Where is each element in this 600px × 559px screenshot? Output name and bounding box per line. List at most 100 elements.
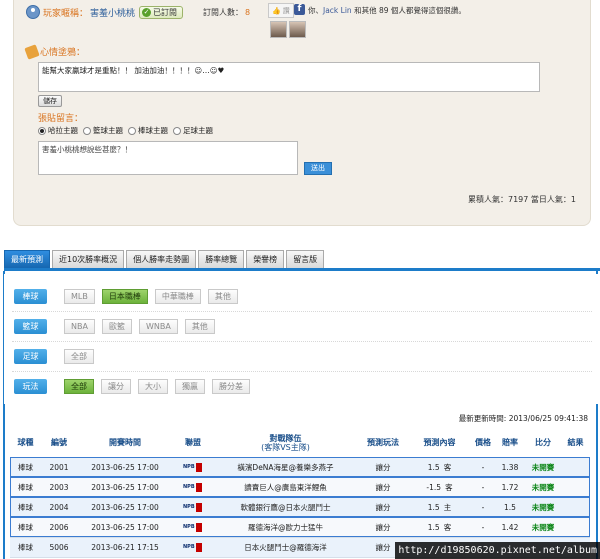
cell-price-text: - — [481, 502, 485, 512]
tab-latest-predictions[interactable]: 最新預測 — [4, 250, 50, 268]
topic-radio-chat[interactable]: 哈拉主題 — [38, 125, 78, 136]
filter-cpbl[interactable]: 中華職棒 — [154, 289, 201, 304]
player-row: 玩家暱稱： 害羞小桃桃 ✓ 已訂閱 訂閱人數： 8 — [26, 4, 250, 20]
league-logo-text: NPB — [183, 463, 195, 470]
filter-soccer-all[interactable]: 全部 — [64, 349, 94, 364]
category-soccer[interactable]: 足球 — [14, 349, 47, 364]
cell-teams: 軟體銀行鷹@日本火腿鬥士 — [213, 497, 358, 518]
save-button[interactable]: 儲存 — [38, 95, 62, 107]
like-button[interactable]: 👍 讚 — [268, 3, 294, 18]
col-content: 預測內容 — [408, 429, 471, 458]
table-row[interactable]: 棒球 2001 2013-06-25 17:00 NPB 橫濱DeNA海星@養樂多燕子 讓… — [10, 457, 590, 478]
cell-score: 未開賽 — [525, 497, 561, 518]
cell-teams-text[interactable]: 橫濱DeNA海星@養樂多燕子 — [237, 463, 333, 472]
topic-radio-baseball[interactable]: 棒球主題 — [128, 125, 168, 136]
cell-teams-text[interactable]: 軟體銀行鷹@日本火腿鬥士 — [241, 503, 331, 512]
cell-id: 5006 — [41, 537, 77, 558]
tab-bar: 最新預測 近10次勝率概況 個人勝率走勢圖 勝率總覽 榮譽榜 留言版 — [4, 250, 600, 271]
tab-message-board[interactable]: 留言版 — [286, 250, 325, 268]
cell-time-text: 2013-06-25 17:00 — [91, 522, 159, 532]
filter-mlb[interactable]: MLB — [64, 289, 95, 304]
topic-radio-basketball[interactable]: 籃球主題 — [83, 125, 123, 136]
cell-league: NPB — [173, 477, 213, 498]
cell-id-text: 5006 — [49, 542, 69, 552]
thumb-up-icon: 👍 — [272, 6, 281, 15]
filter-nba[interactable]: NBA — [64, 319, 95, 334]
league-logo-icon: NPB — [183, 482, 203, 492]
cell-sport: 棒球 — [10, 497, 41, 518]
friend-link[interactable]: Jack Lin — [323, 6, 352, 15]
tab-last-10-winrate[interactable]: 近10次勝率概況 — [52, 250, 125, 268]
send-button[interactable]: 送出 — [304, 162, 332, 175]
col-league: 聯盟 — [173, 429, 213, 458]
filter-play-moneyline[interactable]: 獨贏 — [175, 379, 205, 394]
table-row[interactable]: 棒球 2003 2013-06-25 17:00 NPB 讀賣巨人@廣島東洋鯉魚 讓分 -1… — [10, 477, 590, 498]
avatar[interactable] — [289, 21, 306, 38]
topic-label: 哈拉主題 — [48, 126, 78, 135]
cell-teams-text[interactable]: 日本火腿鬥士@羅德海洋 — [244, 543, 327, 552]
filter-play-overunder[interactable]: 大小 — [138, 379, 168, 394]
cell-id: 2003 — [41, 477, 77, 498]
filter-row-soccer: 足球 全部 — [14, 349, 101, 364]
divider — [12, 341, 592, 342]
cell-teams-text[interactable]: 讀賣巨人@廣島東洋鯉魚 — [244, 483, 327, 492]
league-logo-text: NPB — [183, 523, 195, 530]
tab-winrate-overview[interactable]: 勝率總覽 — [198, 250, 245, 268]
cell-id: 2006 — [41, 517, 77, 538]
filter-euroleague[interactable]: 歐籃 — [101, 319, 132, 334]
subscribers-label: 訂閱人數： — [203, 7, 244, 17]
category-playtype[interactable]: 玩法 — [14, 379, 47, 394]
check-icon: ✓ — [142, 7, 152, 17]
subscribers-count: 8 — [245, 7, 251, 17]
category-basketball[interactable]: 籃球 — [14, 319, 47, 334]
cell-play: 讓分 — [358, 477, 408, 498]
cell-sport-text: 棒球 — [18, 502, 33, 512]
content-line: 1.5 — [427, 502, 440, 512]
filter-baseball-other[interactable]: 其他 — [207, 289, 238, 304]
tab-honor-board[interactable]: 榮譽榜 — [246, 250, 285, 268]
cell-score-text: 未開賽 — [531, 522, 555, 532]
cell-time-text: 2013-06-25 17:00 — [91, 502, 159, 512]
cell-sport: 棒球 — [10, 477, 41, 498]
cell-teams: 讀賣巨人@廣島東洋鯉魚 — [213, 477, 358, 498]
topic-label: 足球主題 — [183, 126, 213, 135]
col-play: 預測玩法 — [358, 429, 408, 458]
mood-title: 心情塗鴉： — [24, 43, 85, 60]
filter-play-all[interactable]: 全部 — [64, 379, 94, 394]
avatar[interactable] — [270, 21, 287, 38]
cell-id: 2004 — [41, 497, 77, 518]
watermark: http://d19850620.pixnet.net/album — [395, 542, 600, 559]
tab-winrate-trend[interactable]: 個人勝率走勢圖 — [126, 250, 197, 268]
cell-teams-text[interactable]: 羅德海洋@歐力士猛牛 — [248, 523, 323, 532]
table-row[interactable]: 棒球 2006 2013-06-25 17:00 NPB 羅德海洋@歐力士猛牛 讓分 1.5… — [10, 517, 590, 538]
mood-textarea[interactable]: 能幫大家贏球才是重點！！ 加油加油！！！！☺…☺♥ — [38, 62, 540, 92]
cell-sport-text: 棒球 — [18, 542, 33, 552]
col-sport: 球種 — [10, 429, 41, 458]
table-row[interactable]: 棒球 2004 2013-06-25 17:00 NPB 軟體銀行鷹@日本火腿鬥士 讓分 1… — [10, 497, 590, 518]
message-textarea[interactable]: 害羞小桃桃想說些甚麼？！ — [38, 141, 298, 175]
filter-play-margin[interactable]: 勝分差 — [212, 379, 250, 394]
player-nickname[interactable]: 害羞小桃桃 — [90, 6, 135, 19]
col-price: 價格 — [471, 429, 495, 458]
filter-npb[interactable]: 日本職棒 — [101, 289, 148, 304]
league-flag-icon — [196, 522, 202, 532]
cell-teams: 日本火腿鬥士@羅德海洋 — [213, 537, 358, 558]
like-text-suffix: 和其他 89 個人都覺得這個很讚。 — [354, 6, 466, 15]
divider — [12, 371, 592, 372]
player-icon — [26, 5, 40, 19]
topic-label: 棒球主題 — [138, 126, 168, 135]
content-pick: 客 — [443, 462, 452, 472]
radio-icon — [128, 126, 136, 135]
filter-play-spread[interactable]: 讓分 — [101, 379, 131, 394]
cell-rate-text: 1.72 — [501, 482, 519, 492]
predictions-table-wrap: 球種 編號 開賽時間 聯盟 對戰隊伍 (客隊VS主隊) 預測玩法 預測內容 價格… — [10, 429, 590, 558]
filter-basketball-other[interactable]: 其他 — [184, 319, 215, 334]
filter-wnba[interactable]: WNBA — [138, 319, 178, 334]
cell-score: 未開賽 — [525, 477, 561, 498]
facebook-icon: f — [294, 4, 305, 15]
cell-score: 未開賽 — [525, 517, 561, 538]
cell-id-text: 2006 — [49, 522, 69, 532]
topic-radio-soccer[interactable]: 足球主題 — [173, 125, 213, 136]
subscribed-button[interactable]: ✓ 已訂閱 — [139, 5, 184, 19]
category-baseball[interactable]: 棒球 — [14, 289, 47, 304]
